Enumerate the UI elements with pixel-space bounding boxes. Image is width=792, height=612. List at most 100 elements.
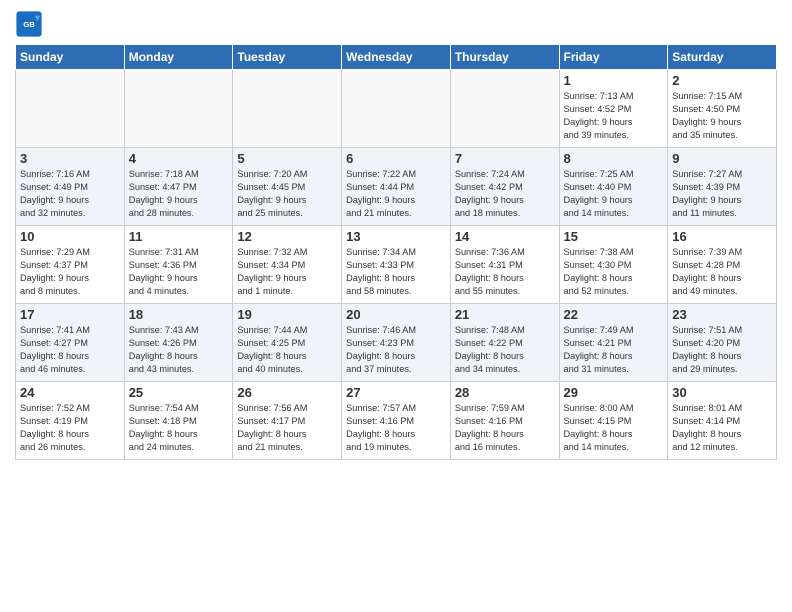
- calendar-cell: 15 Sunrise: 7:38 AM Sunset: 4:30 PM Dayli…: [559, 226, 668, 304]
- day-number: 1: [564, 73, 664, 88]
- calendar-cell: 16 Sunrise: 7:39 AM Sunset: 4:28 PM Dayli…: [668, 226, 777, 304]
- calendar-cell: 21 Sunrise: 7:48 AM Sunset: 4:22 PM Dayli…: [450, 304, 559, 382]
- day-number: 11: [129, 229, 229, 244]
- day-info: Sunrise: 7:41 AM Sunset: 4:27 PM Dayligh…: [20, 324, 120, 376]
- day-info: Sunrise: 7:24 AM Sunset: 4:42 PM Dayligh…: [455, 168, 555, 220]
- week-row-2: 10Sunrise: 7:29 AM Sunset: 4:37 PM Dayli…: [16, 226, 777, 304]
- calendar-cell: 11 Sunrise: 7:31 AM Sunset: 4:36 PM Dayli…: [124, 226, 233, 304]
- day-number: 17: [20, 307, 120, 322]
- calendar-cell: 18Sunrise: 7:43 AM Sunset: 4:26 PM Dayli…: [124, 304, 233, 382]
- day-number: 29: [564, 385, 664, 400]
- day-number: 25: [129, 385, 229, 400]
- calendar-cell: 6Sunrise: 7:22 AM Sunset: 4:44 PM Daylig…: [342, 148, 451, 226]
- calendar-cell: 28 Sunrise: 7:59 AM Sunset: 4:16 PM Dayli…: [450, 382, 559, 460]
- day-number: 23: [672, 307, 772, 322]
- calendar-cell: 17 Sunrise: 7:41 AM Sunset: 4:27 PM Dayli…: [16, 304, 125, 382]
- calendar-cell: 25 Sunrise: 7:54 AM Sunset: 4:18 PM Dayli…: [124, 382, 233, 460]
- weekday-header-wednesday: Wednesday: [342, 45, 451, 70]
- weekday-header-sunday: Sunday: [16, 45, 125, 70]
- calendar-cell: 30 Sunrise: 8:01 AM Sunset: 4:14 PM Dayli…: [668, 382, 777, 460]
- calendar-cell: 27 Sunrise: 7:57 AM Sunset: 4:16 PM Dayli…: [342, 382, 451, 460]
- day-number: 16: [672, 229, 772, 244]
- header: GB: [15, 10, 777, 38]
- day-info: Sunrise: 7:32 AM Sunset: 4:34 PM Dayligh…: [237, 246, 337, 298]
- day-number: 20: [346, 307, 446, 322]
- calendar-cell: 23 Sunrise: 7:51 AM Sunset: 4:20 PM Dayli…: [668, 304, 777, 382]
- logo: GB: [15, 10, 47, 38]
- day-number: 24: [20, 385, 120, 400]
- day-number: 12: [237, 229, 337, 244]
- day-info: Sunrise: 7:52 AM Sunset: 4:19 PM Dayligh…: [20, 402, 120, 454]
- day-info: Sunrise: 7:48 AM Sunset: 4:22 PM Dayligh…: [455, 324, 555, 376]
- weekday-header-thursday: Thursday: [450, 45, 559, 70]
- svg-text:GB: GB: [23, 20, 35, 29]
- day-info: Sunrise: 8:01 AM Sunset: 4:14 PM Dayligh…: [672, 402, 772, 454]
- week-row-3: 17 Sunrise: 7:41 AM Sunset: 4:27 PM Dayli…: [16, 304, 777, 382]
- day-number: 26: [237, 385, 337, 400]
- calendar-cell: 22Sunrise: 7:49 AM Sunset: 4:21 PM Dayli…: [559, 304, 668, 382]
- calendar-cell: [124, 70, 233, 148]
- day-number: 5: [237, 151, 337, 166]
- day-info: Sunrise: 7:38 AM Sunset: 4:30 PM Dayligh…: [564, 246, 664, 298]
- day-number: 13: [346, 229, 446, 244]
- calendar-cell: 14 Sunrise: 7:36 AM Sunset: 4:31 PM Dayli…: [450, 226, 559, 304]
- day-number: 3: [20, 151, 120, 166]
- day-info: Sunrise: 8:00 AM Sunset: 4:15 PM Dayligh…: [564, 402, 664, 454]
- day-info: Sunrise: 7:56 AM Sunset: 4:17 PM Dayligh…: [237, 402, 337, 454]
- day-info: Sunrise: 7:51 AM Sunset: 4:20 PM Dayligh…: [672, 324, 772, 376]
- day-info: Sunrise: 7:16 AM Sunset: 4:49 PM Dayligh…: [20, 168, 120, 220]
- calendar-cell: 13 Sunrise: 7:34 AM Sunset: 4:33 PM Dayli…: [342, 226, 451, 304]
- day-info: Sunrise: 7:44 AM Sunset: 4:25 PM Dayligh…: [237, 324, 337, 376]
- day-number: 27: [346, 385, 446, 400]
- day-info: Sunrise: 7:15 AM Sunset: 4:50 PM Dayligh…: [672, 90, 772, 142]
- week-row-0: 1Sunrise: 7:13 AM Sunset: 4:52 PM Daylig…: [16, 70, 777, 148]
- calendar-cell: 12 Sunrise: 7:32 AM Sunset: 4:34 PM Dayli…: [233, 226, 342, 304]
- calendar-cell: 19Sunrise: 7:44 AM Sunset: 4:25 PM Dayli…: [233, 304, 342, 382]
- calendar-cell: 3 Sunrise: 7:16 AM Sunset: 4:49 PM Daylig…: [16, 148, 125, 226]
- weekday-header-saturday: Saturday: [668, 45, 777, 70]
- calendar-cell: [233, 70, 342, 148]
- day-number: 6: [346, 151, 446, 166]
- calendar-cell: [16, 70, 125, 148]
- day-number: 10: [20, 229, 120, 244]
- day-number: 30: [672, 385, 772, 400]
- calendar-cell: [342, 70, 451, 148]
- calendar-cell: [450, 70, 559, 148]
- day-info: Sunrise: 7:34 AM Sunset: 4:33 PM Dayligh…: [346, 246, 446, 298]
- calendar-cell: 7Sunrise: 7:24 AM Sunset: 4:42 PM Daylig…: [450, 148, 559, 226]
- day-info: Sunrise: 7:54 AM Sunset: 4:18 PM Dayligh…: [129, 402, 229, 454]
- day-info: Sunrise: 7:57 AM Sunset: 4:16 PM Dayligh…: [346, 402, 446, 454]
- calendar-cell: 8 Sunrise: 7:25 AM Sunset: 4:40 PM Daylig…: [559, 148, 668, 226]
- calendar-cell: 4Sunrise: 7:18 AM Sunset: 4:47 PM Daylig…: [124, 148, 233, 226]
- weekday-header-monday: Monday: [124, 45, 233, 70]
- weekday-header-tuesday: Tuesday: [233, 45, 342, 70]
- day-info: Sunrise: 7:36 AM Sunset: 4:31 PM Dayligh…: [455, 246, 555, 298]
- day-info: Sunrise: 7:31 AM Sunset: 4:36 PM Dayligh…: [129, 246, 229, 298]
- weekday-header-friday: Friday: [559, 45, 668, 70]
- day-number: 21: [455, 307, 555, 322]
- main-container: GB SundayMondayTuesdayWednesdayThursdayF…: [0, 0, 792, 470]
- day-number: 22: [564, 307, 664, 322]
- day-number: 9: [672, 151, 772, 166]
- calendar-cell: 5 Sunrise: 7:20 AM Sunset: 4:45 PM Daylig…: [233, 148, 342, 226]
- calendar-cell: 26 Sunrise: 7:56 AM Sunset: 4:17 PM Dayli…: [233, 382, 342, 460]
- weekday-header-row: SundayMondayTuesdayWednesdayThursdayFrid…: [16, 45, 777, 70]
- day-number: 14: [455, 229, 555, 244]
- day-number: 8: [564, 151, 664, 166]
- calendar-cell: 9 Sunrise: 7:27 AM Sunset: 4:39 PM Daylig…: [668, 148, 777, 226]
- calendar-cell: 2 Sunrise: 7:15 AM Sunset: 4:50 PM Daylig…: [668, 70, 777, 148]
- day-info: Sunrise: 7:27 AM Sunset: 4:39 PM Dayligh…: [672, 168, 772, 220]
- day-info: Sunrise: 7:59 AM Sunset: 4:16 PM Dayligh…: [455, 402, 555, 454]
- day-info: Sunrise: 7:20 AM Sunset: 4:45 PM Dayligh…: [237, 168, 337, 220]
- day-number: 2: [672, 73, 772, 88]
- day-info: Sunrise: 7:39 AM Sunset: 4:28 PM Dayligh…: [672, 246, 772, 298]
- day-info: Sunrise: 7:25 AM Sunset: 4:40 PM Dayligh…: [564, 168, 664, 220]
- logo-icon: GB: [15, 10, 43, 38]
- week-row-1: 3 Sunrise: 7:16 AM Sunset: 4:49 PM Daylig…: [16, 148, 777, 226]
- day-number: 28: [455, 385, 555, 400]
- day-number: 4: [129, 151, 229, 166]
- calendar-cell: 1Sunrise: 7:13 AM Sunset: 4:52 PM Daylig…: [559, 70, 668, 148]
- day-info: Sunrise: 7:46 AM Sunset: 4:23 PM Dayligh…: [346, 324, 446, 376]
- day-number: 15: [564, 229, 664, 244]
- calendar-table: SundayMondayTuesdayWednesdayThursdayFrid…: [15, 44, 777, 460]
